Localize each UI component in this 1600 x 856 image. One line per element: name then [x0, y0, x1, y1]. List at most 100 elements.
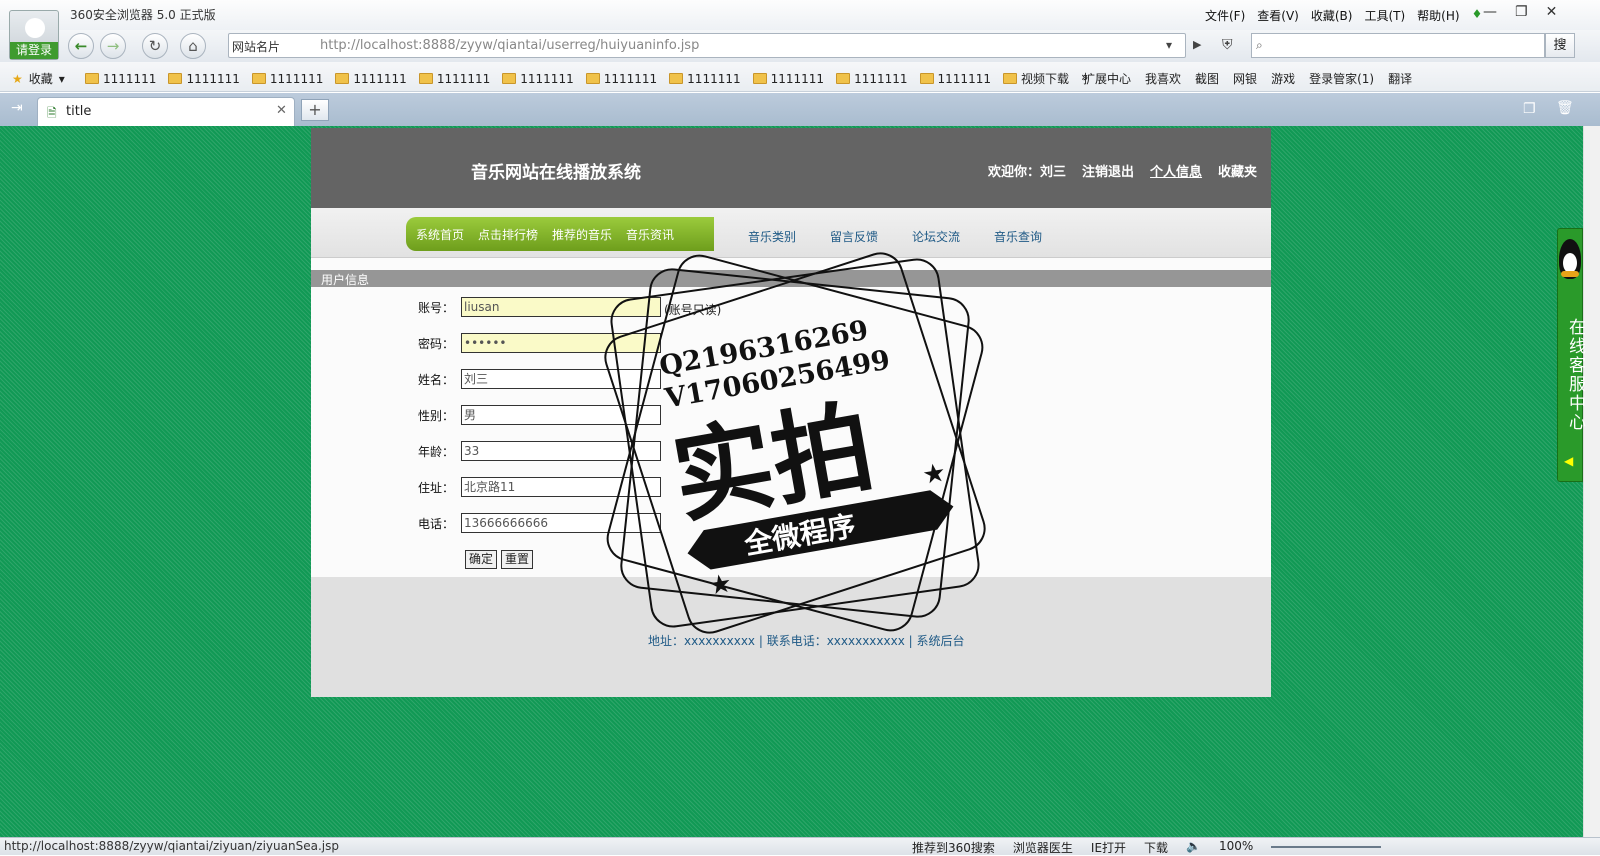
collapse-arrow-icon[interactable]: ◀	[1564, 454, 1573, 468]
section-header: 用户信息	[311, 270, 1271, 287]
address-url[interactable]: http://localhost:8888/zyyw/qiantai/userr…	[320, 38, 699, 53]
nav-forum[interactable]: 论坛交流	[912, 228, 960, 245]
back-icon[interactable]: ←	[68, 33, 94, 59]
folder-icon	[585, 73, 600, 84]
bookmark-folder[interactable]: 1111111	[335, 70, 407, 87]
folder-icon	[418, 73, 433, 84]
forward-icon[interactable]: →	[100, 33, 126, 59]
bookmark-folder[interactable]: 视频下载	[1002, 70, 1069, 87]
age-label: 年龄：	[418, 445, 455, 459]
site-title: 音乐网站在线播放系统	[471, 163, 641, 183]
skin-icon[interactable]: ♦	[1472, 7, 1483, 24]
status-items: 推荐到360搜索 浏览器医生 IE打开 下载 🔈 100%	[912, 839, 1382, 856]
address-dropdown-icon[interactable]: ▾	[1166, 38, 1172, 52]
password-field[interactable]: ••••••	[461, 333, 661, 353]
zoom-level[interactable]: 100%	[1219, 839, 1253, 856]
primary-nav: 系统首页 点击排行榜 推荐的音乐 音乐资讯	[406, 217, 714, 251]
search-input[interactable]: ⌕	[1251, 33, 1545, 58]
downloads[interactable]: 下载	[1144, 839, 1168, 856]
star-icon: ★	[12, 71, 23, 86]
welcome-text: 欢迎你：刘三	[988, 165, 1067, 180]
restore-tabs-icon[interactable]: ❐	[1523, 101, 1536, 117]
menu-tools[interactable]: 工具(T)	[1364, 7, 1405, 24]
folder-icon	[919, 73, 934, 84]
phone-field[interactable]: 13666666666	[461, 513, 661, 533]
speaker-icon[interactable]: 🔈	[1186, 839, 1201, 856]
nav-home[interactable]: 系统首页	[416, 226, 464, 243]
gender-field[interactable]: 男	[461, 405, 661, 425]
bookmark-folder[interactable]: 1111111	[585, 70, 657, 87]
bookmark-folder[interactable]: 1111111	[251, 70, 323, 87]
new-tab-button[interactable]: +	[301, 99, 329, 121]
games[interactable]: 游戏	[1271, 70, 1295, 87]
nav-search[interactable]: 音乐查询	[994, 228, 1042, 245]
close-icon[interactable]: ✕	[1546, 4, 1558, 20]
tab-title: title	[66, 104, 92, 119]
confirm-button[interactable]: 确定	[465, 550, 498, 569]
vertical-scrollbar[interactable]	[1583, 126, 1600, 837]
my-likes[interactable]: 我喜欢	[1145, 70, 1181, 87]
go-icon[interactable]: ▶	[1193, 38, 1201, 51]
bookmark-folder[interactable]: 1111111	[85, 70, 156, 87]
maximize-icon[interactable]: ❐	[1515, 4, 1528, 20]
personal-info-link[interactable]: 个人信息	[1150, 161, 1202, 180]
bookmark-folder[interactable]: 1111111	[418, 70, 490, 87]
ie-open[interactable]: IE打开	[1091, 839, 1126, 856]
sidebar-toggle-icon[interactable]: ⇥	[11, 100, 23, 116]
user-avatar[interactable]: 请登录	[9, 10, 59, 60]
extension-center[interactable]: 扩展中心	[1083, 70, 1131, 87]
favorites-menu[interactable]: ★ 收藏 ▾	[12, 70, 65, 87]
trash-icon[interactable]: 🗑	[1556, 100, 1574, 116]
nav-feedback[interactable]: 留言反馈	[830, 228, 878, 245]
bookmark-folder[interactable]: 1111111	[919, 70, 991, 87]
shield-icon[interactable]: ⛨	[1222, 37, 1233, 53]
logout-link[interactable]: 注销退出	[1082, 161, 1134, 180]
reset-button[interactable]: 重置	[501, 550, 534, 569]
refresh-icon[interactable]: ↻	[142, 33, 168, 59]
menu-help[interactable]: 帮助(H)	[1417, 7, 1459, 24]
login-button[interactable]: 请登录	[10, 42, 58, 59]
menu-bar: 文件(F) 查看(V) 收藏(B) 工具(T) 帮助(H) ♦	[1205, 7, 1482, 24]
penguin-icon	[1559, 239, 1581, 279]
chevron-down-icon: ▾	[58, 71, 65, 86]
section-title: 用户信息	[321, 273, 370, 287]
recommend-360-search[interactable]: 推荐到360搜索	[912, 839, 995, 856]
nav-ranking[interactable]: 点击排行榜	[478, 226, 538, 243]
menu-view[interactable]: 查看(V)	[1257, 7, 1299, 24]
bookmark-folder[interactable]: 1111111	[168, 70, 240, 87]
site-name-dropdown[interactable]: 网站名片	[232, 38, 280, 55]
bookmark-folder[interactable]: 1111111	[752, 70, 824, 87]
login-manager[interactable]: 登录管家(1)	[1309, 70, 1374, 87]
favorites-link[interactable]: 收藏夹	[1218, 161, 1257, 180]
tab-close-icon[interactable]: ✕	[276, 103, 287, 118]
bookmark-folder[interactable]: 1111111	[502, 70, 574, 87]
nav-recommended[interactable]: 推荐的音乐	[552, 226, 612, 243]
menu-file[interactable]: 文件(F)	[1205, 7, 1245, 24]
screenshot-tool[interactable]: 截图	[1195, 70, 1219, 87]
online-bank[interactable]: 网银	[1233, 70, 1257, 87]
bookmark-folder[interactable]: 1111111	[836, 70, 908, 87]
zoom-slider[interactable]	[1271, 846, 1382, 848]
menu-favorites[interactable]: 收藏(B)	[1311, 7, 1353, 24]
address-field[interactable]: 北京路11	[461, 477, 661, 497]
name-field[interactable]: 刘三	[461, 369, 661, 389]
minimize-icon[interactable]: —	[1483, 4, 1497, 20]
name-label: 姓名：	[418, 373, 455, 387]
footer-links[interactable]: 地址：xxxxxxxxxx | 联系电话：xxxxxxxxxxx | 系统后台	[648, 632, 964, 649]
account-label: 账号：	[418, 301, 455, 315]
browser-doctor[interactable]: 浏览器医生	[1013, 839, 1073, 856]
toolbar-extensions: 扩展中心 我喜欢 截图 网银 游戏 登录管家(1) 翻译	[1083, 70, 1412, 87]
translate[interactable]: 翻译	[1388, 70, 1412, 87]
nav-news[interactable]: 音乐资讯	[626, 226, 674, 243]
nav-categories[interactable]: 音乐类别	[748, 228, 796, 245]
folder-icon	[335, 73, 350, 84]
home-icon[interactable]: ⌂	[180, 33, 206, 59]
folder-icon	[85, 73, 99, 84]
gender-label: 性别：	[418, 409, 455, 423]
folder-icon	[752, 73, 767, 84]
age-field[interactable]: 33	[461, 441, 661, 461]
search-button[interactable]: 搜	[1545, 33, 1575, 58]
account-field[interactable]: liusan	[461, 297, 661, 317]
bookmark-folder[interactable]: 1111111	[669, 70, 741, 87]
favorites-label: 收藏	[28, 72, 53, 86]
